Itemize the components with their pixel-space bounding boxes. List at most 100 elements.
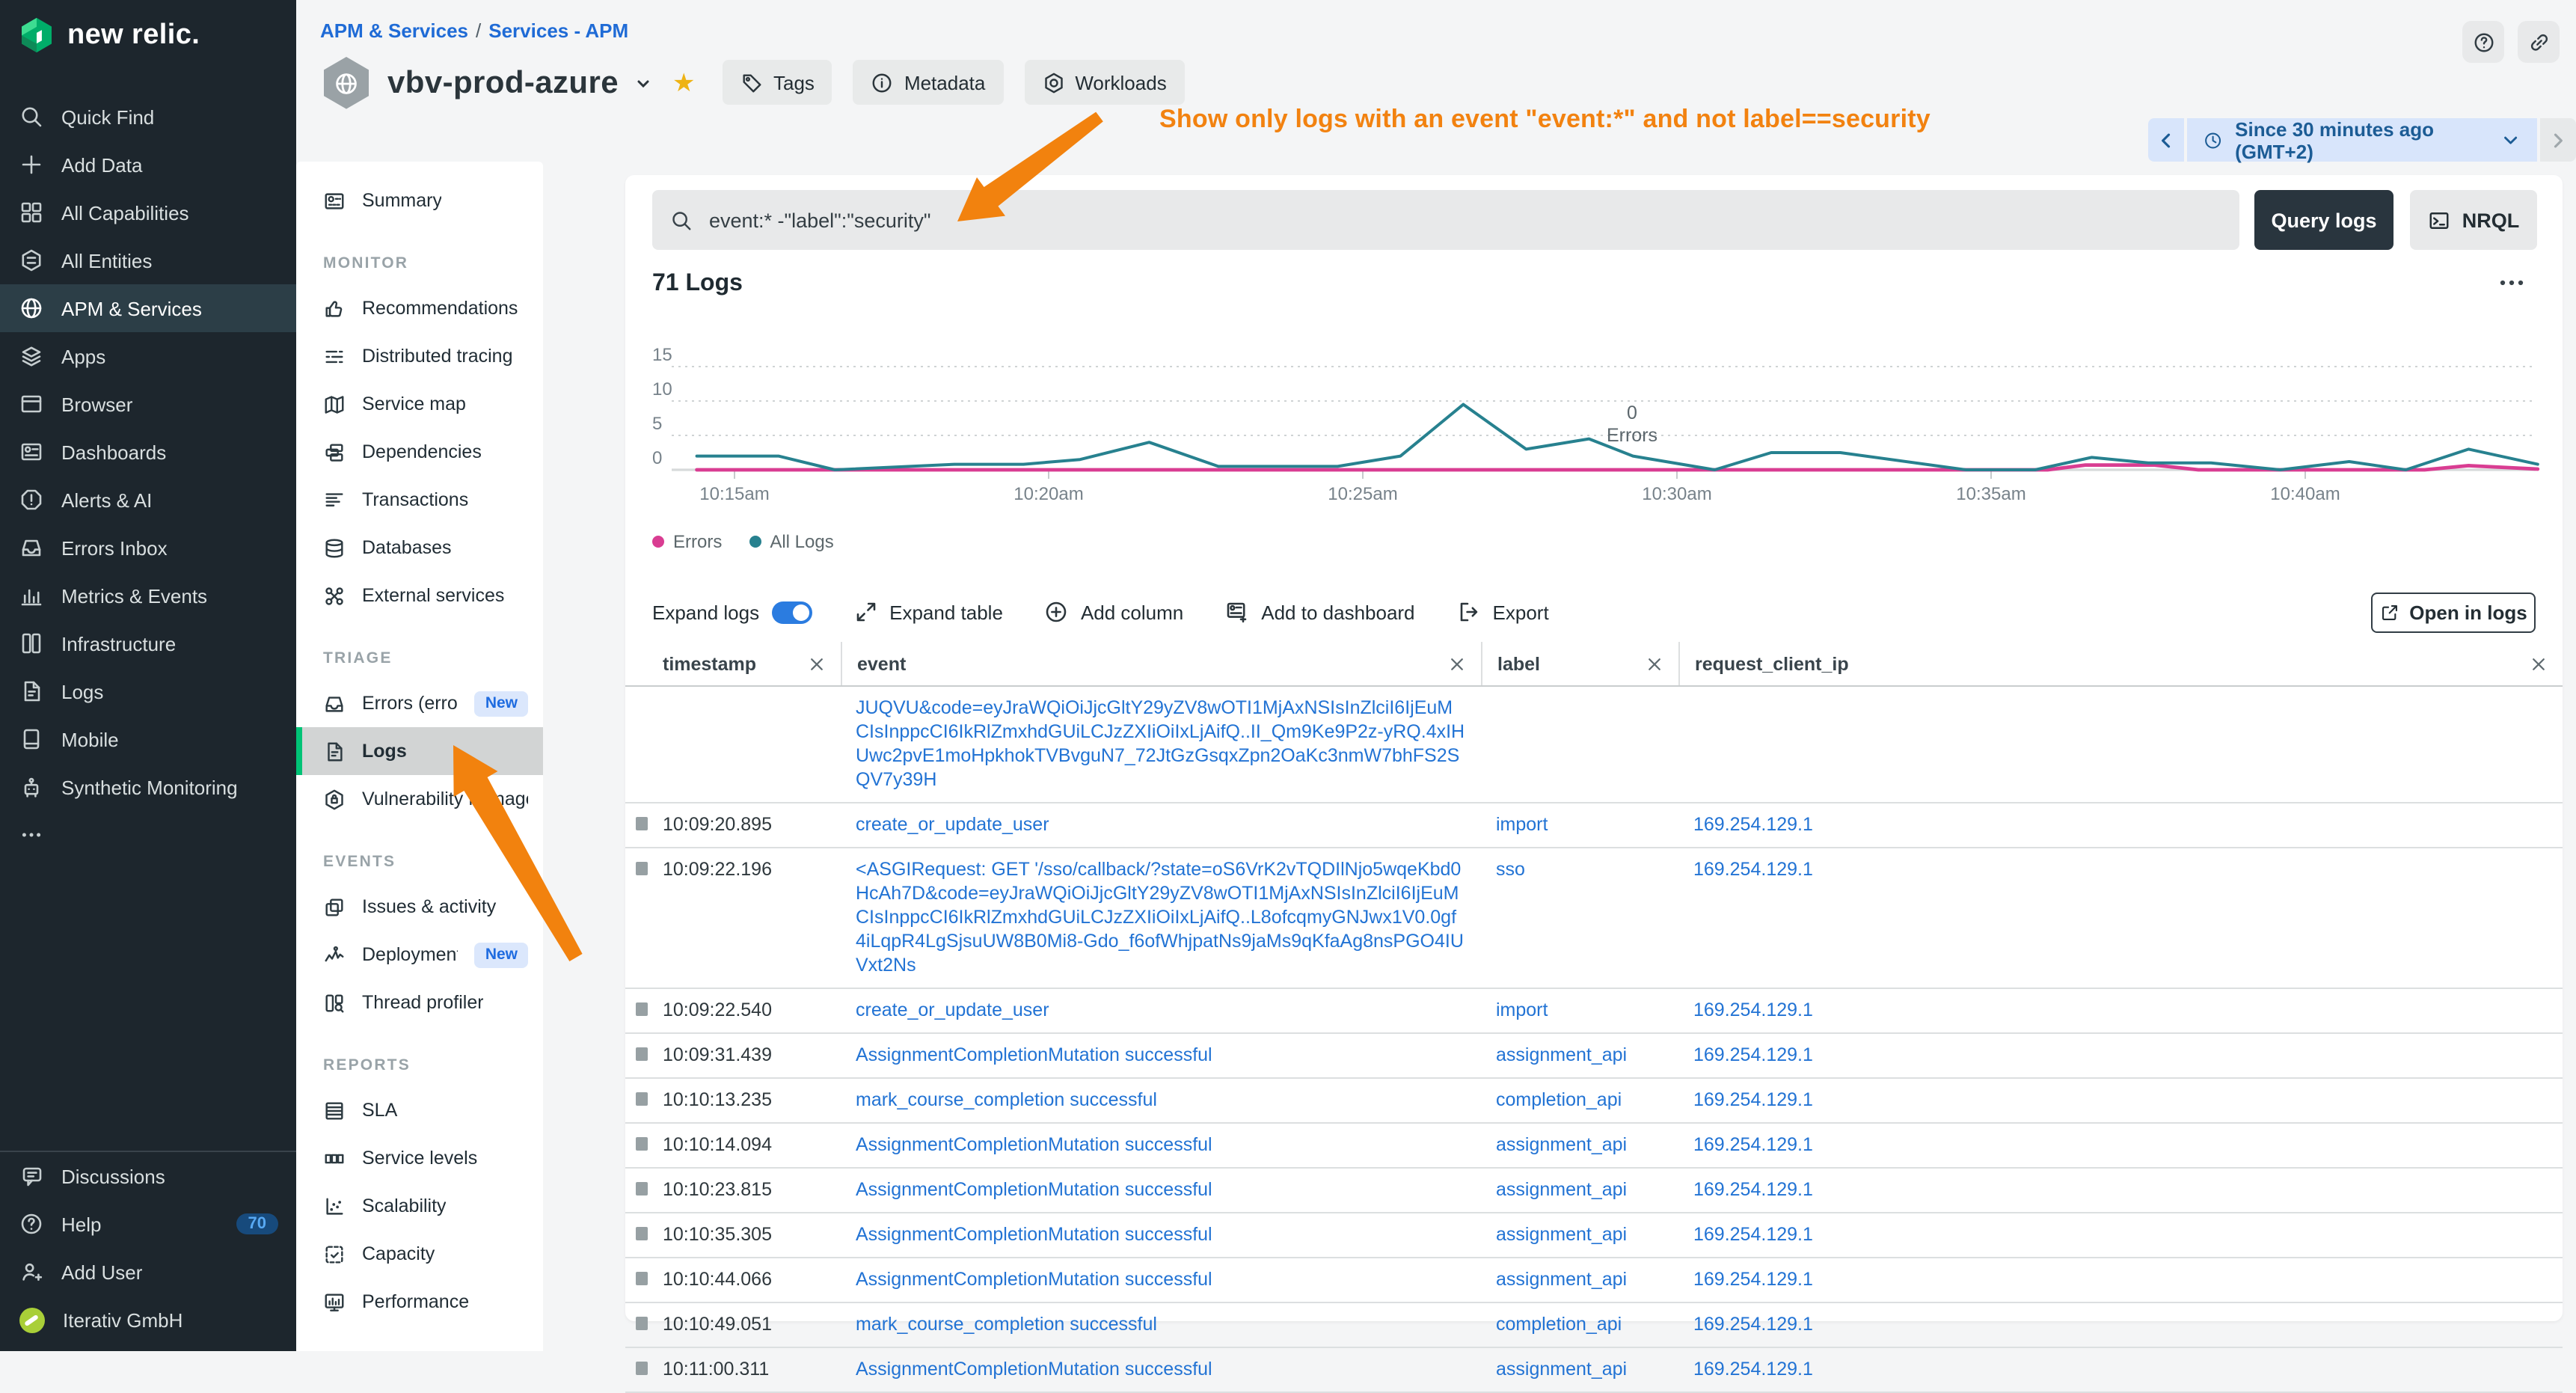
ip-link[interactable]: 169.254.129.1 xyxy=(1693,859,1813,880)
label-link[interactable]: sso xyxy=(1496,859,1525,880)
column-header-label[interactable]: label xyxy=(1481,642,1678,685)
label-link[interactable]: completion_api xyxy=(1496,1314,1622,1335)
subnav-item-performance[interactable]: Performance xyxy=(296,1278,543,1326)
sidebar-item-all-capabilities[interactable]: All Capabilities xyxy=(0,189,296,236)
table-row[interactable]: 10:10:14.094AssignmentCompletionMutation… xyxy=(625,1124,2563,1169)
column-header-timestamp[interactable]: timestamp xyxy=(625,642,841,685)
row-handle-icon[interactable] xyxy=(636,817,648,830)
new-relic-logo[interactable]: new relic. xyxy=(18,16,200,54)
close-icon[interactable] xyxy=(1448,655,1466,673)
breadcrumb-link-apm[interactable]: APM & Services xyxy=(320,19,468,42)
clear-query-icon[interactable] xyxy=(2199,209,2221,231)
sidebar-item-apm-services[interactable]: APM & Services xyxy=(0,284,296,332)
table-row[interactable]: 10:10:13.235mark_course_completion succe… xyxy=(625,1079,2563,1124)
row-handle-icon[interactable] xyxy=(636,1182,648,1195)
sidebar-item-metrics-events[interactable]: Metrics & Events xyxy=(0,572,296,619)
ip-link[interactable]: 169.254.129.1 xyxy=(1693,1044,1813,1065)
table-row[interactable]: 10:09:22.540create_or_update_userimport1… xyxy=(625,989,2563,1034)
sidebar-item-apps[interactable]: Apps xyxy=(0,332,296,380)
legend-item-all-logs[interactable]: All Logs xyxy=(749,531,833,552)
workloads-button[interactable]: Workloads xyxy=(1024,60,1184,105)
label-link[interactable]: assignment_api xyxy=(1496,1179,1627,1200)
row-handle-icon[interactable] xyxy=(636,1317,648,1330)
add-to-dashboard-button[interactable]: Add to dashboard xyxy=(1225,600,1414,624)
subnav-item-databases[interactable]: Databases xyxy=(296,524,543,572)
label-link[interactable]: import xyxy=(1496,814,1548,835)
toggle-on-icon[interactable] xyxy=(771,601,812,623)
subnav-item-thread-profiler[interactable]: Thread profiler xyxy=(296,979,543,1026)
log-query-input[interactable] xyxy=(706,207,2186,233)
subnav-item-service-map[interactable]: Service map xyxy=(296,380,543,428)
entity-title[interactable]: vbv-prod-azure xyxy=(387,66,619,102)
subnav-item-vulnerability-management[interactable]: Vulnerability Management xyxy=(296,775,543,823)
label-link[interactable]: assignment_api xyxy=(1496,1224,1627,1245)
event-link[interactable]: AssignmentCompletionMutation successful xyxy=(856,1179,1212,1200)
event-link[interactable]: AssignmentCompletionMutation successful xyxy=(856,1134,1212,1155)
sidebar-footer-add-user[interactable]: Add User xyxy=(0,1248,296,1296)
label-link[interactable]: assignment_api xyxy=(1496,1044,1627,1065)
sidebar-item-logs[interactable]: Logs xyxy=(0,667,296,715)
sidebar-item-more[interactable] xyxy=(0,811,296,859)
ip-link[interactable]: 169.254.129.1 xyxy=(1693,1179,1813,1200)
query-logs-button[interactable]: Query logs xyxy=(2254,190,2393,250)
event-link[interactable]: mark_course_completion successful xyxy=(856,1089,1157,1110)
subnav-item-sla[interactable]: SLA xyxy=(296,1086,543,1134)
table-row[interactable]: 10:10:35.305AssignmentCompletionMutation… xyxy=(625,1213,2563,1258)
event-link[interactable]: AssignmentCompletionMutation successful xyxy=(856,1044,1212,1065)
table-row[interactable]: 10:10:44.066AssignmentCompletionMutation… xyxy=(625,1258,2563,1303)
ip-link[interactable]: 169.254.129.1 xyxy=(1693,1359,1813,1380)
expand-logs-toggle[interactable]: Expand logs xyxy=(652,601,812,623)
sidebar-footer-discussions[interactable]: Discussions xyxy=(0,1152,296,1200)
open-in-logs-button[interactable]: Open in logs xyxy=(2371,593,2536,633)
subnav-item-summary[interactable]: Summary xyxy=(296,177,543,224)
row-handle-icon[interactable] xyxy=(636,862,648,875)
time-picker-dropdown[interactable]: Since 30 minutes ago (GMT+2) xyxy=(2188,118,2536,162)
table-row[interactable]: 10:09:20.895create_or_update_userimport1… xyxy=(625,803,2563,848)
subnav-item-distributed-tracing[interactable]: Distributed tracing xyxy=(296,332,543,380)
event-link[interactable]: create_or_update_user xyxy=(856,814,1049,835)
help-circle-button[interactable] xyxy=(2462,21,2504,63)
entity-dropdown-chevron-icon[interactable] xyxy=(634,75,651,93)
subnav-item-transactions[interactable]: Transactions xyxy=(296,476,543,524)
row-handle-icon[interactable] xyxy=(636,1362,648,1375)
row-handle-icon[interactable] xyxy=(636,1272,648,1285)
row-handle-icon[interactable] xyxy=(636,1137,648,1151)
sidebar-item-mobile[interactable]: Mobile xyxy=(0,715,296,763)
ip-link[interactable]: 169.254.129.1 xyxy=(1693,1134,1813,1155)
table-row[interactable]: 10:09:22.196<ASGIRequest: GET '/sso/call… xyxy=(625,848,2563,989)
ip-link[interactable]: 169.254.129.1 xyxy=(1693,814,1813,835)
subnav-item-external-services[interactable]: External services xyxy=(296,572,543,619)
legend-item-errors[interactable]: Errors xyxy=(652,531,722,552)
row-handle-icon[interactable] xyxy=(636,1002,648,1016)
favorite-star-icon[interactable]: ★ xyxy=(672,69,696,99)
subnav-item-issues-activity[interactable]: Issues & activity xyxy=(296,883,543,931)
subnav-item-capacity[interactable]: Capacity xyxy=(296,1230,543,1278)
table-row[interactable]: 10:11:00.311AssignmentCompletionMutation… xyxy=(625,1348,2563,1393)
sidebar-footer-help[interactable]: Help70 xyxy=(0,1200,296,1248)
chart-options-menu[interactable] xyxy=(2489,268,2534,298)
ip-link[interactable]: 169.254.129.1 xyxy=(1693,1314,1813,1335)
table-row[interactable]: 10:10:49.051mark_course_completion succe… xyxy=(625,1303,2563,1348)
add-column-button[interactable]: Add column xyxy=(1045,600,1183,624)
table-row[interactable]: 10:10:23.815AssignmentCompletionMutation… xyxy=(625,1169,2563,1213)
label-link[interactable]: completion_api xyxy=(1496,1089,1622,1110)
breadcrumb-link-services[interactable]: Services - APM xyxy=(488,19,628,42)
row-handle-icon[interactable] xyxy=(636,1227,648,1240)
time-picker-prev-button[interactable] xyxy=(2148,118,2185,162)
event-link[interactable]: AssignmentCompletionMutation successful xyxy=(856,1359,1212,1380)
ip-link[interactable]: 169.254.129.1 xyxy=(1693,1224,1813,1245)
label-link[interactable]: import xyxy=(1496,999,1548,1020)
time-picker-next-button[interactable] xyxy=(2539,118,2576,162)
close-icon[interactable] xyxy=(2530,655,2548,673)
row-handle-icon[interactable] xyxy=(636,1092,648,1106)
label-link[interactable]: assignment_api xyxy=(1496,1134,1627,1155)
ip-link[interactable]: 169.254.129.1 xyxy=(1693,1089,1813,1110)
event-link[interactable]: create_or_update_user xyxy=(856,999,1049,1020)
event-link[interactable]: mark_course_completion successful xyxy=(856,1314,1157,1335)
sidebar-item-dashboards[interactable]: Dashboards xyxy=(0,428,296,476)
event-link[interactable]: AssignmentCompletionMutation successful xyxy=(856,1269,1212,1290)
sidebar-item-synthetic-monitoring[interactable]: Synthetic Monitoring xyxy=(0,763,296,811)
label-link[interactable]: assignment_api xyxy=(1496,1269,1627,1290)
column-header-request-client-ip[interactable]: request_client_ip xyxy=(1678,642,2563,685)
subnav-item-dependencies[interactable]: Dependencies xyxy=(296,428,543,476)
